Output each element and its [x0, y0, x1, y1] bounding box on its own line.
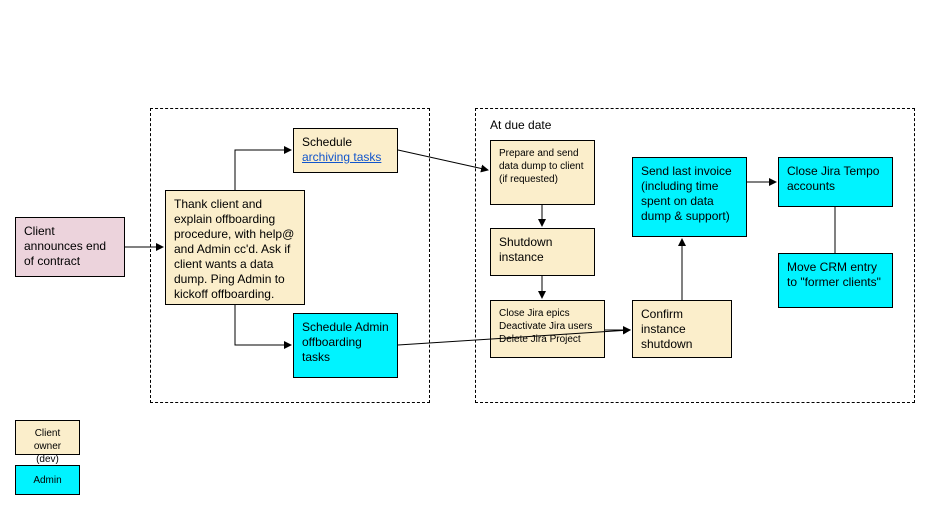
node-schedule-admin: Schedule Admin offboarding tasks — [293, 313, 398, 378]
node-move-crm: Move CRM entry to "former clients" — [778, 253, 893, 308]
node-prepare-dump: Prepare and send data dump to client (if… — [490, 140, 595, 205]
node-shutdown-instance: Shutdown instance — [490, 228, 595, 276]
node-schedule-archiving: Schedule archiving tasks — [293, 128, 398, 173]
node-send-invoice: Send last invoice (including time spent … — [632, 157, 747, 237]
archiving-tasks-link[interactable]: archiving tasks — [302, 150, 381, 164]
node-confirm-shutdown: Confirm instance shutdown — [632, 300, 732, 358]
legend-client-owner: Client owner (dev) — [15, 420, 80, 455]
schedule-archiving-prefix: Schedule — [302, 135, 352, 149]
node-thank-client: Thank client and explain offboarding pro… — [165, 190, 305, 305]
node-close-tempo: Close Jira Tempo accounts — [778, 157, 893, 207]
group-title-due-date: At due date — [490, 118, 551, 132]
node-close-jira: Close Jira epics Deactivate Jira users D… — [490, 300, 605, 358]
flowchart-canvas: Client announces end of contract Thank c… — [0, 0, 933, 518]
node-client-announce: Client announces end of contract — [15, 217, 125, 277]
legend-admin: Admin — [15, 465, 80, 495]
